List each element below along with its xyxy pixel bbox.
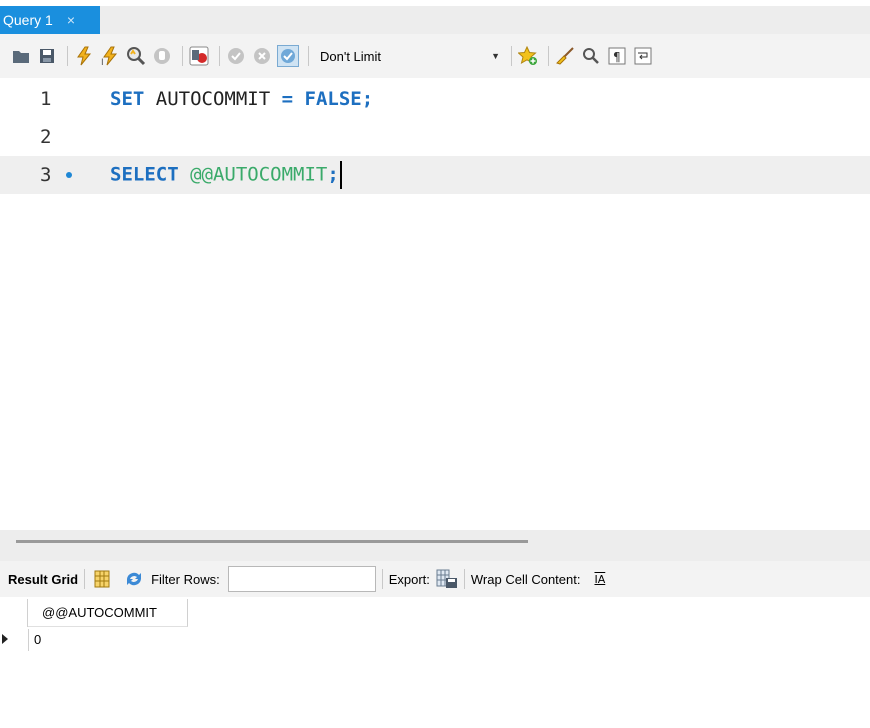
result-grid-label[interactable]: Result Grid: [8, 572, 78, 587]
table-row[interactable]: 0: [0, 629, 870, 651]
current-row-marker-icon: [2, 634, 8, 644]
row-header-corner: [0, 599, 28, 627]
result-toolbar: Result Grid Filter Rows: Export: Wrap Ce…: [0, 561, 870, 597]
svg-text:I: I: [101, 58, 104, 66]
tab-close-icon[interactable]: ×: [67, 12, 75, 28]
tab-label: Query 1: [3, 12, 53, 28]
toolbar-separator: [67, 46, 68, 66]
grid-view-icon[interactable]: [91, 568, 113, 590]
export-label: Export:: [388, 571, 430, 587]
add-snippet-icon[interactable]: [517, 45, 539, 67]
code-token: ;: [327, 163, 339, 186]
toolbar-separator: [308, 46, 309, 66]
execute-icon[interactable]: [73, 45, 95, 67]
splitter-handle[interactable]: [16, 540, 528, 543]
grid-cell[interactable]: 0: [34, 632, 41, 647]
sql-toolbar: I Don't Limit ▼ ¶: [0, 34, 870, 78]
autocommit-icon[interactable]: [277, 45, 299, 67]
code-token: FALSE: [304, 88, 362, 110]
code-token: ;: [361, 88, 374, 110]
tab-query-1[interactable]: Query 1 ×: [0, 6, 100, 34]
toolbar-separator: [84, 569, 86, 589]
wrap-icon[interactable]: [632, 45, 654, 67]
column-header-autocommit[interactable]: @@AUTOCOMMIT: [28, 599, 188, 627]
open-folder-icon[interactable]: [10, 45, 32, 67]
dropdown-arrow-icon: ▼: [491, 51, 500, 61]
editor-line[interactable]: 2: [0, 118, 870, 156]
result-grid[interactable]: @@AUTOCOMMIT 0: [0, 597, 870, 728]
wrap-cell-content-label: Wrap Cell Content:: [470, 571, 581, 587]
code-token: SELECT: [110, 163, 179, 186]
limit-rows-value: Don't Limit: [320, 48, 382, 64]
line-number: 1: [40, 88, 52, 110]
code-token: =: [281, 88, 294, 110]
stop-icon[interactable]: [151, 45, 173, 67]
text-caret: [339, 161, 342, 189]
explain-icon[interactable]: [125, 45, 147, 67]
cell-divider: [28, 629, 29, 651]
rollback-icon[interactable]: [251, 45, 273, 67]
filter-rows-input[interactable]: [227, 566, 376, 592]
svg-text:¶: ¶: [613, 50, 621, 64]
code-text[interactable]: SELECT @@AUTOCOMMIT;: [110, 161, 342, 189]
commit-icon[interactable]: [225, 45, 247, 67]
line-number: 2: [40, 126, 52, 148]
panel-splitter[interactable]: [0, 530, 870, 561]
save-icon[interactable]: [36, 45, 58, 67]
editor-line[interactable]: 3 SELECT @@AUTOCOMMIT;: [0, 156, 870, 194]
toolbar-separator: [219, 46, 220, 66]
beautify-icon[interactable]: [554, 45, 576, 67]
refresh-icon[interactable]: [123, 568, 145, 590]
statement-marker-icon: [66, 172, 72, 178]
toolbar-separator: [463, 569, 465, 589]
editor-tab-bar: Query 1 ×: [0, 0, 870, 34]
invisible-chars-icon[interactable]: ¶: [606, 45, 628, 67]
toolbar-separator: [548, 46, 549, 66]
toolbar-separator: [511, 46, 512, 66]
find-icon[interactable]: [580, 45, 602, 67]
sql-editor[interactable]: 1 SET AUTOCOMMIT = FALSE; 2 3 SELECT @@AUTOC…: [0, 78, 870, 530]
tab-strip: [0, 6, 870, 34]
execute-current-icon[interactable]: I: [99, 45, 121, 67]
limit-rows-select[interactable]: Don't Limit ▼: [314, 44, 504, 68]
toolbar-separator: [381, 569, 383, 589]
filter-rows-label: Filter Rows:: [151, 571, 220, 587]
code-text[interactable]: SET AUTOCOMMIT = FALSE;: [110, 88, 373, 110]
code-token: AUTOCOMMIT: [144, 88, 282, 110]
line-number: 3: [40, 164, 52, 186]
wrap-cell-content-icon[interactable]: IA: [594, 573, 605, 586]
code-token: @@AUTOCOMMIT: [190, 163, 328, 186]
code-token: SET: [110, 88, 145, 110]
export-icon[interactable]: [436, 568, 458, 590]
editor-line[interactable]: 1 SET AUTOCOMMIT = FALSE;: [0, 80, 870, 118]
toggle-error-icon[interactable]: [188, 45, 210, 67]
toolbar-separator: [182, 46, 183, 66]
